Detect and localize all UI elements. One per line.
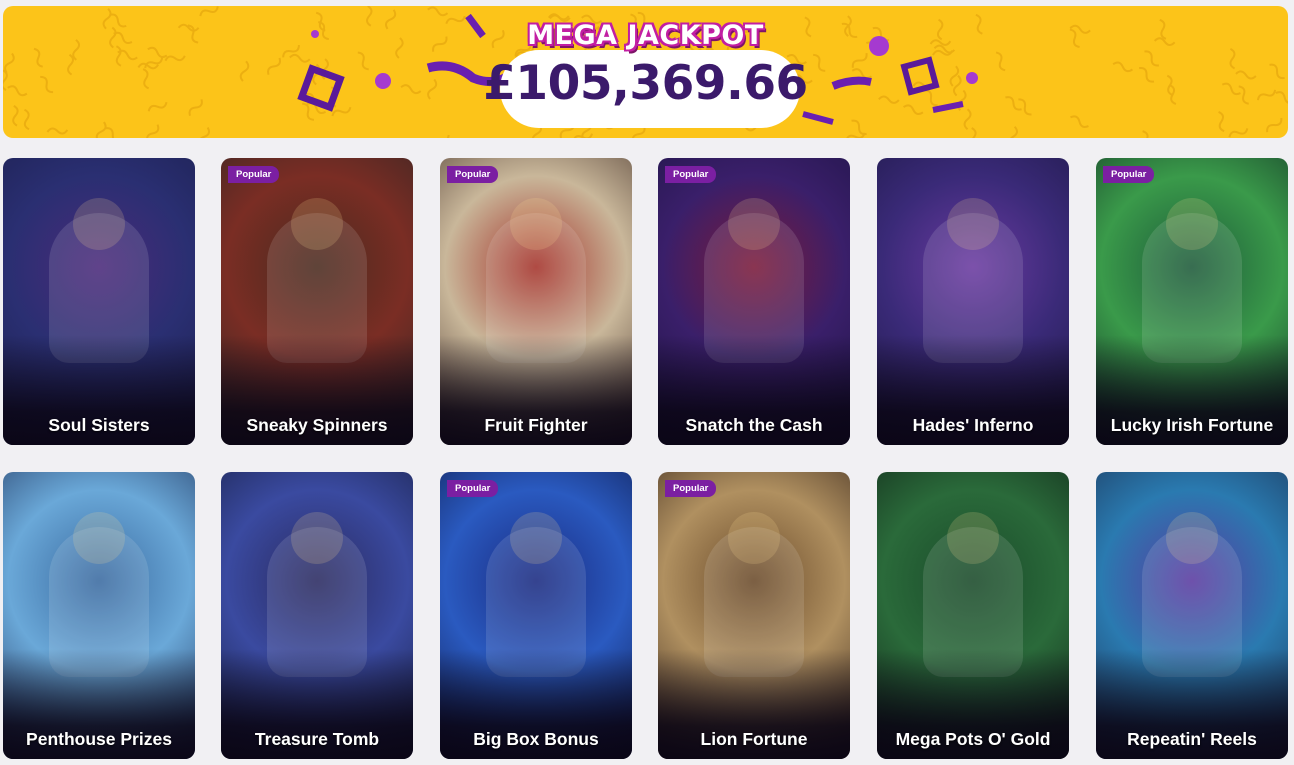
game-art-glow: [291, 198, 343, 250]
game-tile[interactable]: Treasure Tomb: [221, 472, 413, 759]
game-tile[interactable]: Mega Pots O' Gold: [877, 472, 1069, 759]
game-art-glow: [73, 512, 125, 564]
jackpot-title: MEGA JACKPOT: [527, 20, 764, 51]
game-tile[interactable]: Soul Sisters: [3, 158, 195, 445]
game-title: Snatch the Cash: [685, 415, 823, 435]
game-art-glow: [291, 512, 343, 564]
popular-badge: Popular: [447, 480, 499, 497]
game-art-glow: [1166, 198, 1218, 250]
game-art-glow: [510, 512, 562, 564]
game-tile[interactable]: Hades' Inferno: [877, 158, 1069, 445]
game-title: Penthouse Prizes: [26, 729, 172, 749]
game-title: Lucky Irish Fortune: [1110, 415, 1274, 435]
game-title: Soul Sisters: [48, 415, 150, 435]
game-tile[interactable]: Popular Sneaky Spinners: [221, 158, 413, 445]
game-title: Fruit Fighter: [484, 415, 588, 435]
game-title: Big Box Bonus: [473, 729, 599, 749]
popular-badge: Popular: [665, 166, 717, 183]
game-title: Mega Pots O' Gold: [895, 729, 1051, 749]
game-tile[interactable]: Popular Big Box Bonus: [440, 472, 632, 759]
popular-badge: Popular: [1103, 166, 1155, 183]
game-title: Sneaky Spinners: [246, 415, 388, 435]
game-title: Repeatin' Reels: [1127, 729, 1257, 749]
game-tile[interactable]: Penthouse Prizes: [3, 472, 195, 759]
game-art-glow: [510, 198, 562, 250]
game-tile[interactable]: Repeatin' Reels: [1096, 472, 1288, 759]
game-tile[interactable]: Popular Fruit Fighter: [440, 158, 632, 445]
game-art-glow: [73, 198, 125, 250]
game-tile[interactable]: Popular Snatch the Cash: [658, 158, 850, 445]
game-title: Treasure Tomb: [254, 729, 380, 749]
game-title: Lion Fortune: [700, 729, 808, 749]
game-tile[interactable]: Popular Lion Fortune: [658, 472, 850, 759]
game-art-glow: [728, 512, 780, 564]
game-tile[interactable]: Popular Lucky Irish Fortune: [1096, 158, 1288, 445]
mega-jackpot-banner[interactable]: MEGA JACKPOT £105,369.66: [3, 6, 1288, 138]
game-title: Hades' Inferno: [912, 415, 1034, 435]
popular-badge: Popular: [228, 166, 280, 183]
popular-badge: Popular: [447, 166, 499, 183]
game-art-glow: [947, 198, 999, 250]
game-art-glow: [1166, 512, 1218, 564]
jackpot-amount: £105,369.66: [483, 56, 808, 111]
game-grid: Soul Sisters Popular Sneaky Spinners Popula…: [3, 158, 1289, 762]
game-art-glow: [728, 198, 780, 250]
game-art-glow: [947, 512, 999, 564]
popular-badge: Popular: [665, 480, 717, 497]
